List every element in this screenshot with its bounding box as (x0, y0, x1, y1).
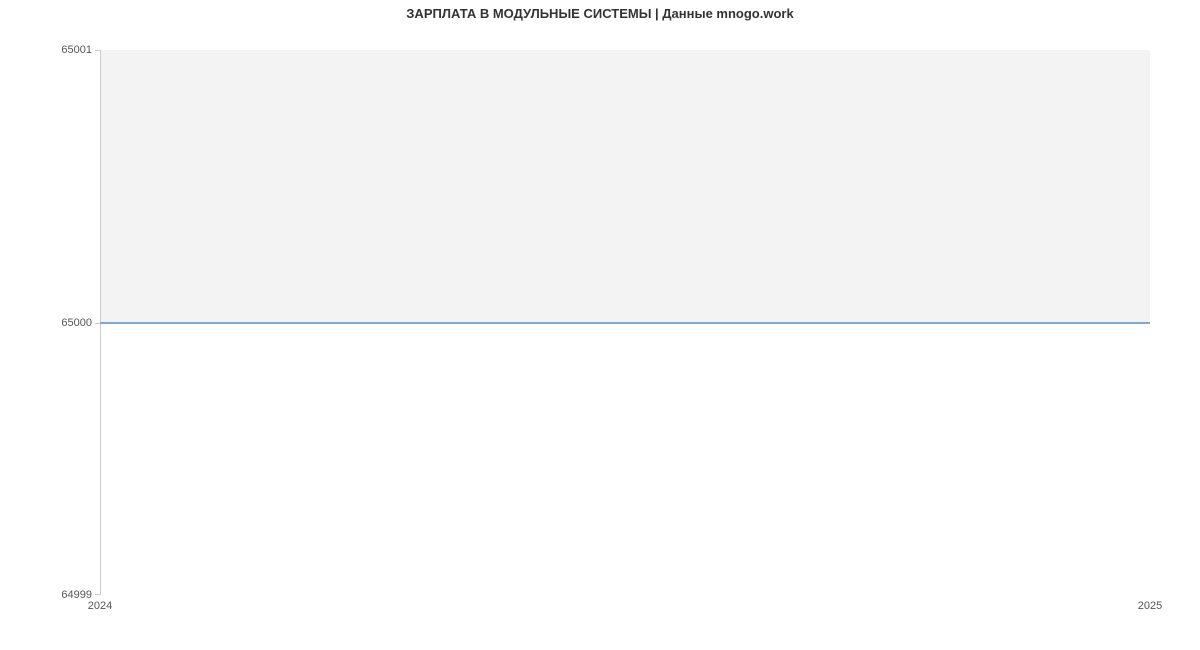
x-tick-label: 2024 (88, 600, 112, 612)
series-line-segment (100, 322, 1150, 324)
y-tick-label: 65001 (61, 44, 92, 56)
y-tick (95, 594, 100, 595)
chart-title: ЗАРПЛАТА В МОДУЛЬНЫЕ СИСТЕМЫ | Данные mn… (0, 0, 1200, 21)
x-tick-label: 2025 (1138, 600, 1162, 612)
y-tick-label: 65000 (61, 317, 92, 329)
plot-area: 64999 65000 65001 2024 2025 (100, 50, 1150, 595)
chart-container: 64999 65000 65001 2024 2025 (0, 25, 1200, 620)
grid-band-upper (100, 50, 1150, 323)
y-tick (95, 50, 100, 51)
